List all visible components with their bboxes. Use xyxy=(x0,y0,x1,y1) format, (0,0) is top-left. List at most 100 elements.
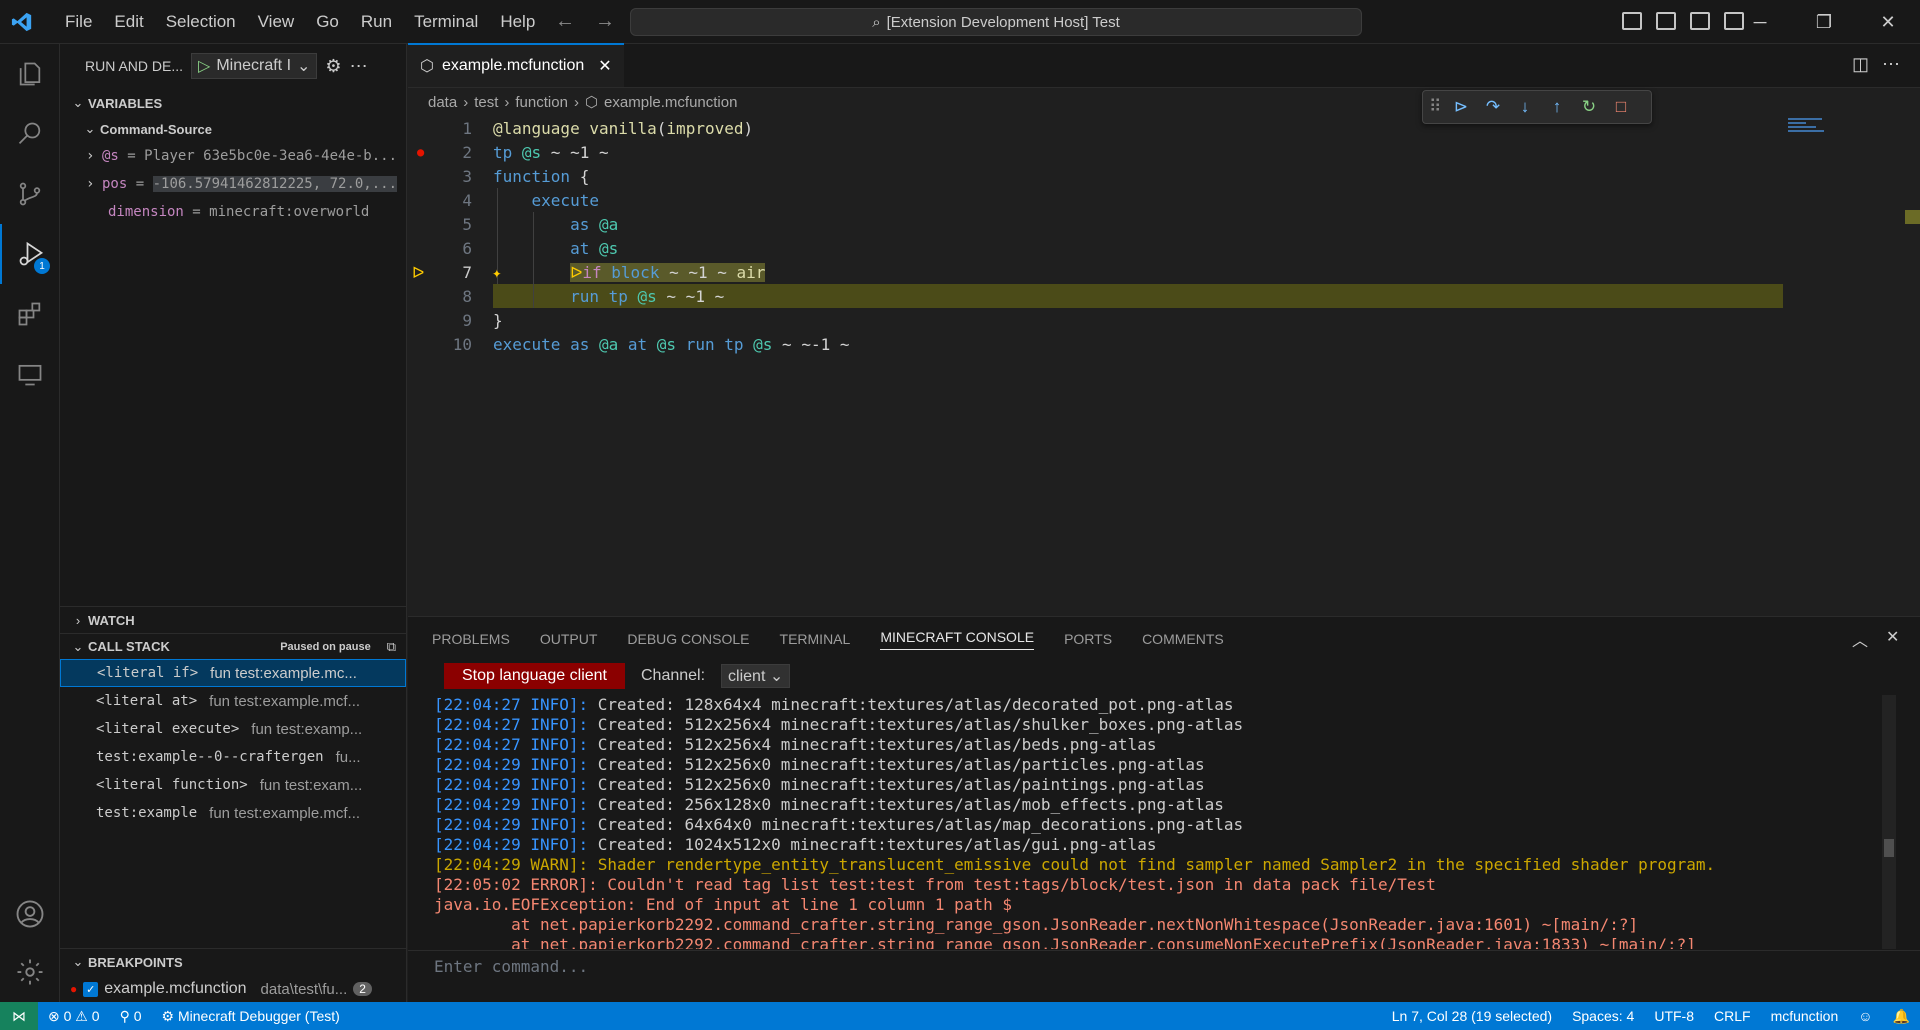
problems-indicator[interactable]: ⊗ 0 ⚠ 0 xyxy=(38,1008,110,1025)
breadcrumb-item[interactable]: function xyxy=(515,94,568,111)
toggle-secondary-sidebar-icon[interactable] xyxy=(1690,12,1710,30)
stack-frame[interactable]: test:example fun test:example.mcf... xyxy=(60,799,406,827)
line-number: 8 xyxy=(462,286,472,306)
tab-debug-console[interactable]: DEBUG CONSOLE xyxy=(627,631,749,647)
console-scrollbar[interactable] xyxy=(1882,695,1896,949)
split-editor-icon[interactable]: ◫ xyxy=(1852,54,1869,75)
cursor-position[interactable]: Ln 7, Col 28 (19 selected) xyxy=(1382,1008,1562,1024)
copilot-icon[interactable]: ☺ xyxy=(1848,1008,1882,1024)
line-number: 9 xyxy=(462,310,472,330)
toggle-primary-sidebar-icon[interactable] xyxy=(1622,12,1642,30)
notifications-bell-icon[interactable]: 🔔 xyxy=(1883,1008,1920,1025)
stack-frame[interactable]: test:example--0--craftergen fu... xyxy=(60,743,406,771)
remote-indicator-icon[interactable]: ⋈ xyxy=(0,1002,38,1030)
start-debugging-icon[interactable]: ▷ xyxy=(198,56,210,76)
tab-problems[interactable]: PROBLEMS xyxy=(432,631,510,647)
end-of-line[interactable]: CRLF xyxy=(1704,1008,1761,1024)
close-panel-icon[interactable]: ✕ xyxy=(1886,627,1899,647)
tab-example-mcfunction[interactable]: ⬡ example.mcfunction ✕ xyxy=(408,43,624,87)
code-area[interactable]: 1 @language vanilla(improved) 2 ● tp @s … xyxy=(408,116,1920,616)
log-timestamp: [22:04:29 INFO]: xyxy=(434,775,589,794)
stack-frame[interactable]: <literal at> fun test:example.mcf... xyxy=(60,687,406,715)
ports-indicator[interactable]: ⚲ 0 xyxy=(110,1008,152,1025)
variables-section-header[interactable]: ⌄ VARIABLES xyxy=(60,90,406,116)
minimap[interactable] xyxy=(1788,116,1898,616)
breakpoint-checkbox[interactable]: ✓ xyxy=(83,981,99,997)
back-arrow-icon[interactable]: ← xyxy=(555,10,575,33)
drag-handle-icon[interactable]: ⠿ xyxy=(1429,97,1441,117)
language-mode[interactable]: mcfunction xyxy=(1761,1008,1849,1024)
extensions-icon[interactable] xyxy=(0,284,60,344)
toggle-panel-icon[interactable] xyxy=(1656,12,1676,30)
tab-ports[interactable]: PORTS xyxy=(1064,631,1112,647)
breakpoint-file: example.mcfunction xyxy=(104,980,247,997)
step-out-icon[interactable]: ↑ xyxy=(1547,97,1567,117)
debug-settings-gear-icon[interactable]: ⚙ xyxy=(325,56,341,77)
maximize-panel-icon[interactable]: ︿ xyxy=(1852,627,1868,651)
log-message: Created: 128x64x4 minecraft:textures/atl… xyxy=(588,695,1234,714)
tab-minecraft-console[interactable]: MINECRAFT CONSOLE xyxy=(880,629,1035,650)
run-debug-icon[interactable]: 1 xyxy=(0,224,60,284)
step-over-icon[interactable]: ↷ xyxy=(1483,97,1503,117)
step-into-icon[interactable]: ↓ xyxy=(1515,97,1535,117)
debug-sidebar: RUN AND DE... ▷ Minecraft I ⌄ ⚙ ⋯ ⌄ VARI… xyxy=(60,44,407,1002)
explorer-icon[interactable] xyxy=(0,44,60,104)
menu-edit[interactable]: Edit xyxy=(103,0,154,44)
scope-command-source[interactable]: ⌄ Command-Source xyxy=(60,116,406,142)
stack-frame[interactable]: <literal execute> fun test:examp... xyxy=(60,715,406,743)
debug-config-dropdown[interactable]: ▷ Minecraft I ⌄ xyxy=(191,53,318,79)
breadcrumb-item[interactable]: test xyxy=(474,94,498,111)
menu-run[interactable]: Run xyxy=(350,0,403,44)
forward-arrow-icon[interactable]: → xyxy=(595,10,615,33)
stack-frame[interactable]: <literal if> fun test:example.mc... xyxy=(60,659,406,687)
accounts-icon[interactable] xyxy=(0,884,60,944)
stop-language-client-button[interactable]: Stop language client xyxy=(444,663,625,689)
more-actions-icon[interactable]: ⋯ xyxy=(350,56,368,77)
menu-go[interactable]: Go xyxy=(305,0,350,44)
continue-icon[interactable]: ⊳ xyxy=(1451,97,1471,117)
more-actions-icon[interactable]: ⋯ xyxy=(1882,54,1900,75)
scrollbar-marker[interactable] xyxy=(1905,210,1920,224)
source-control-icon[interactable] xyxy=(0,164,60,224)
menu-selection[interactable]: Selection xyxy=(155,0,247,44)
stack-frame[interactable]: <literal function> fun test:exam... xyxy=(60,771,406,799)
variable-row[interactable]: dimension = minecraft:overworld xyxy=(60,198,406,226)
command-center-label: [Extension Development Host] Test xyxy=(886,13,1120,31)
stop-icon[interactable]: □ xyxy=(1611,97,1631,117)
breakpoint-dot-icon[interactable]: ● xyxy=(417,145,424,159)
breakpoint-item[interactable]: ● ✓ example.mcfunction data\test\fu... 2 xyxy=(60,975,406,1003)
indentation[interactable]: Spaces: 4 xyxy=(1562,1008,1644,1024)
log-line: [22:04:27 INFO]: Created: 128x64x4 minec… xyxy=(434,695,1884,715)
menu-view[interactable]: View xyxy=(247,0,306,44)
variable-row[interactable]: › @s = Player 63e5bc0e-3ea6-4e4e-b... xyxy=(60,142,406,170)
collapse-all-icon[interactable]: ⧉ xyxy=(387,639,396,655)
tab-comments[interactable]: COMMENTS xyxy=(1142,631,1224,647)
close-window-icon[interactable]: ✕ xyxy=(1856,0,1920,44)
log-line: [22:04:29 INFO]: Created: 1024x512x0 min… xyxy=(434,835,1884,855)
log-timestamp: [22:04:29 INFO]: xyxy=(434,815,589,834)
remote-explorer-icon[interactable] xyxy=(0,344,60,404)
menu-terminal[interactable]: Terminal xyxy=(403,0,489,44)
encoding[interactable]: UTF-8 xyxy=(1644,1008,1704,1024)
breadcrumb-item[interactable]: example.mcfunction xyxy=(604,94,737,111)
restore-icon[interactable]: ❐ xyxy=(1792,0,1856,44)
tab-output[interactable]: OUTPUT xyxy=(540,631,598,647)
callstack-section-header[interactable]: ⌄ CALL STACK Paused on pause ⧉ xyxy=(60,633,406,659)
frame-name: <literal at> xyxy=(96,693,198,709)
minimize-icon[interactable]: ─ xyxy=(1728,0,1792,44)
variable-row[interactable]: › pos = -106.57941462812225, 72.0,... xyxy=(60,170,406,198)
breakpoints-section-header[interactable]: ⌄ BREAKPOINTS xyxy=(60,949,406,975)
close-icon[interactable]: ✕ xyxy=(598,56,611,76)
breadcrumb-item[interactable]: data xyxy=(428,94,457,111)
channel-select[interactable]: client ⌄ xyxy=(721,664,791,688)
search-icon[interactable] xyxy=(0,104,60,164)
restart-icon[interactable]: ↻ xyxy=(1579,97,1599,117)
settings-gear-icon[interactable] xyxy=(0,942,60,1002)
menu-help[interactable]: Help xyxy=(489,0,546,44)
debug-session-indicator[interactable]: ⚙ Minecraft Debugger (Test) xyxy=(152,1008,350,1025)
command-input[interactable]: Enter command... xyxy=(434,957,588,976)
menu-file[interactable]: File xyxy=(54,0,103,44)
command-center[interactable]: ⌕ [Extension Development Host] Test xyxy=(630,8,1362,36)
watch-section-header[interactable]: › WATCH xyxy=(60,607,406,633)
tab-terminal[interactable]: TERMINAL xyxy=(780,631,851,647)
